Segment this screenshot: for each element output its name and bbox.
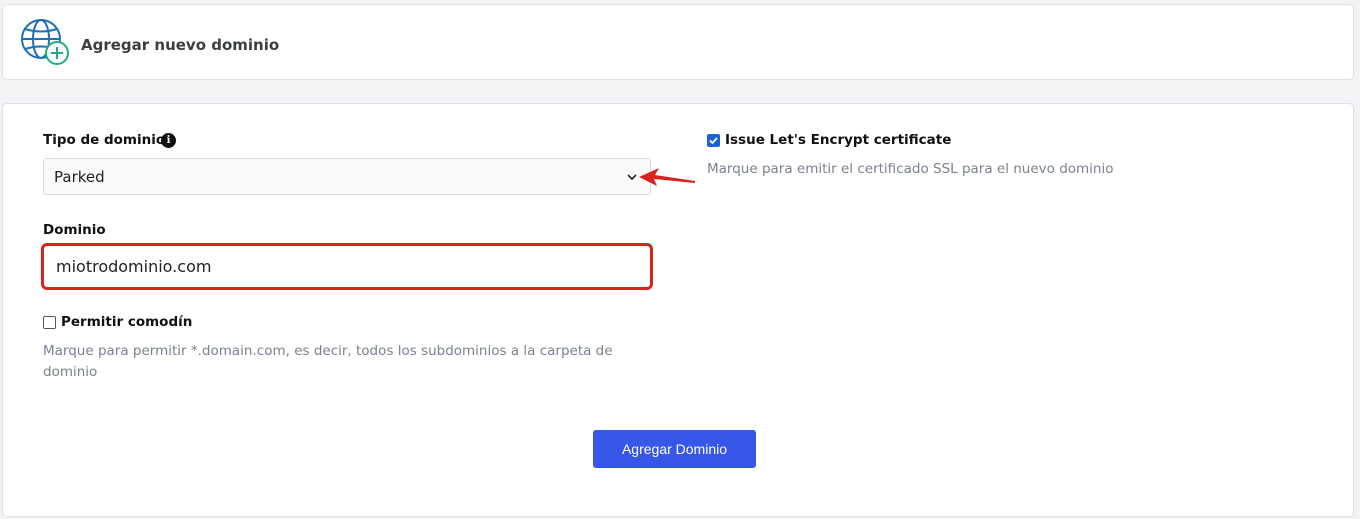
annotation-arrow-icon [639, 168, 695, 186]
domain-label: Dominio [43, 222, 106, 238]
wildcard-checkbox[interactable] [43, 316, 56, 329]
page-header: Agregar nuevo dominio [2, 4, 1354, 80]
domain-input-value: miotrodominio.com [56, 257, 212, 276]
globe-add-icon [21, 19, 69, 65]
domain-type-select[interactable]: Parked [43, 158, 651, 195]
info-icon[interactable]: i [161, 133, 176, 148]
add-domain-form: Tipo de dominio i Parked Dominio miotrod… [2, 103, 1354, 517]
domain-type-selected-value: Parked [54, 168, 105, 186]
domain-type-label: Tipo de dominio [43, 132, 166, 148]
domain-input[interactable]: miotrodominio.com [41, 243, 653, 290]
wildcard-label[interactable]: Permitir comodín [61, 314, 192, 330]
ssl-label[interactable]: Issue Let's Encrypt certificate [725, 132, 951, 148]
chevron-down-icon [627, 174, 637, 181]
page-title: Agregar nuevo dominio [81, 36, 280, 54]
ssl-help-text: Marque para emitir el certificado SSL pa… [707, 161, 1114, 177]
wildcard-help-text: Marque para permitir *.domain.com, es de… [43, 343, 613, 380]
ssl-checkbox[interactable] [707, 134, 720, 147]
add-domain-button[interactable]: Agregar Dominio [593, 430, 756, 468]
checkmark-icon [709, 137, 718, 145]
